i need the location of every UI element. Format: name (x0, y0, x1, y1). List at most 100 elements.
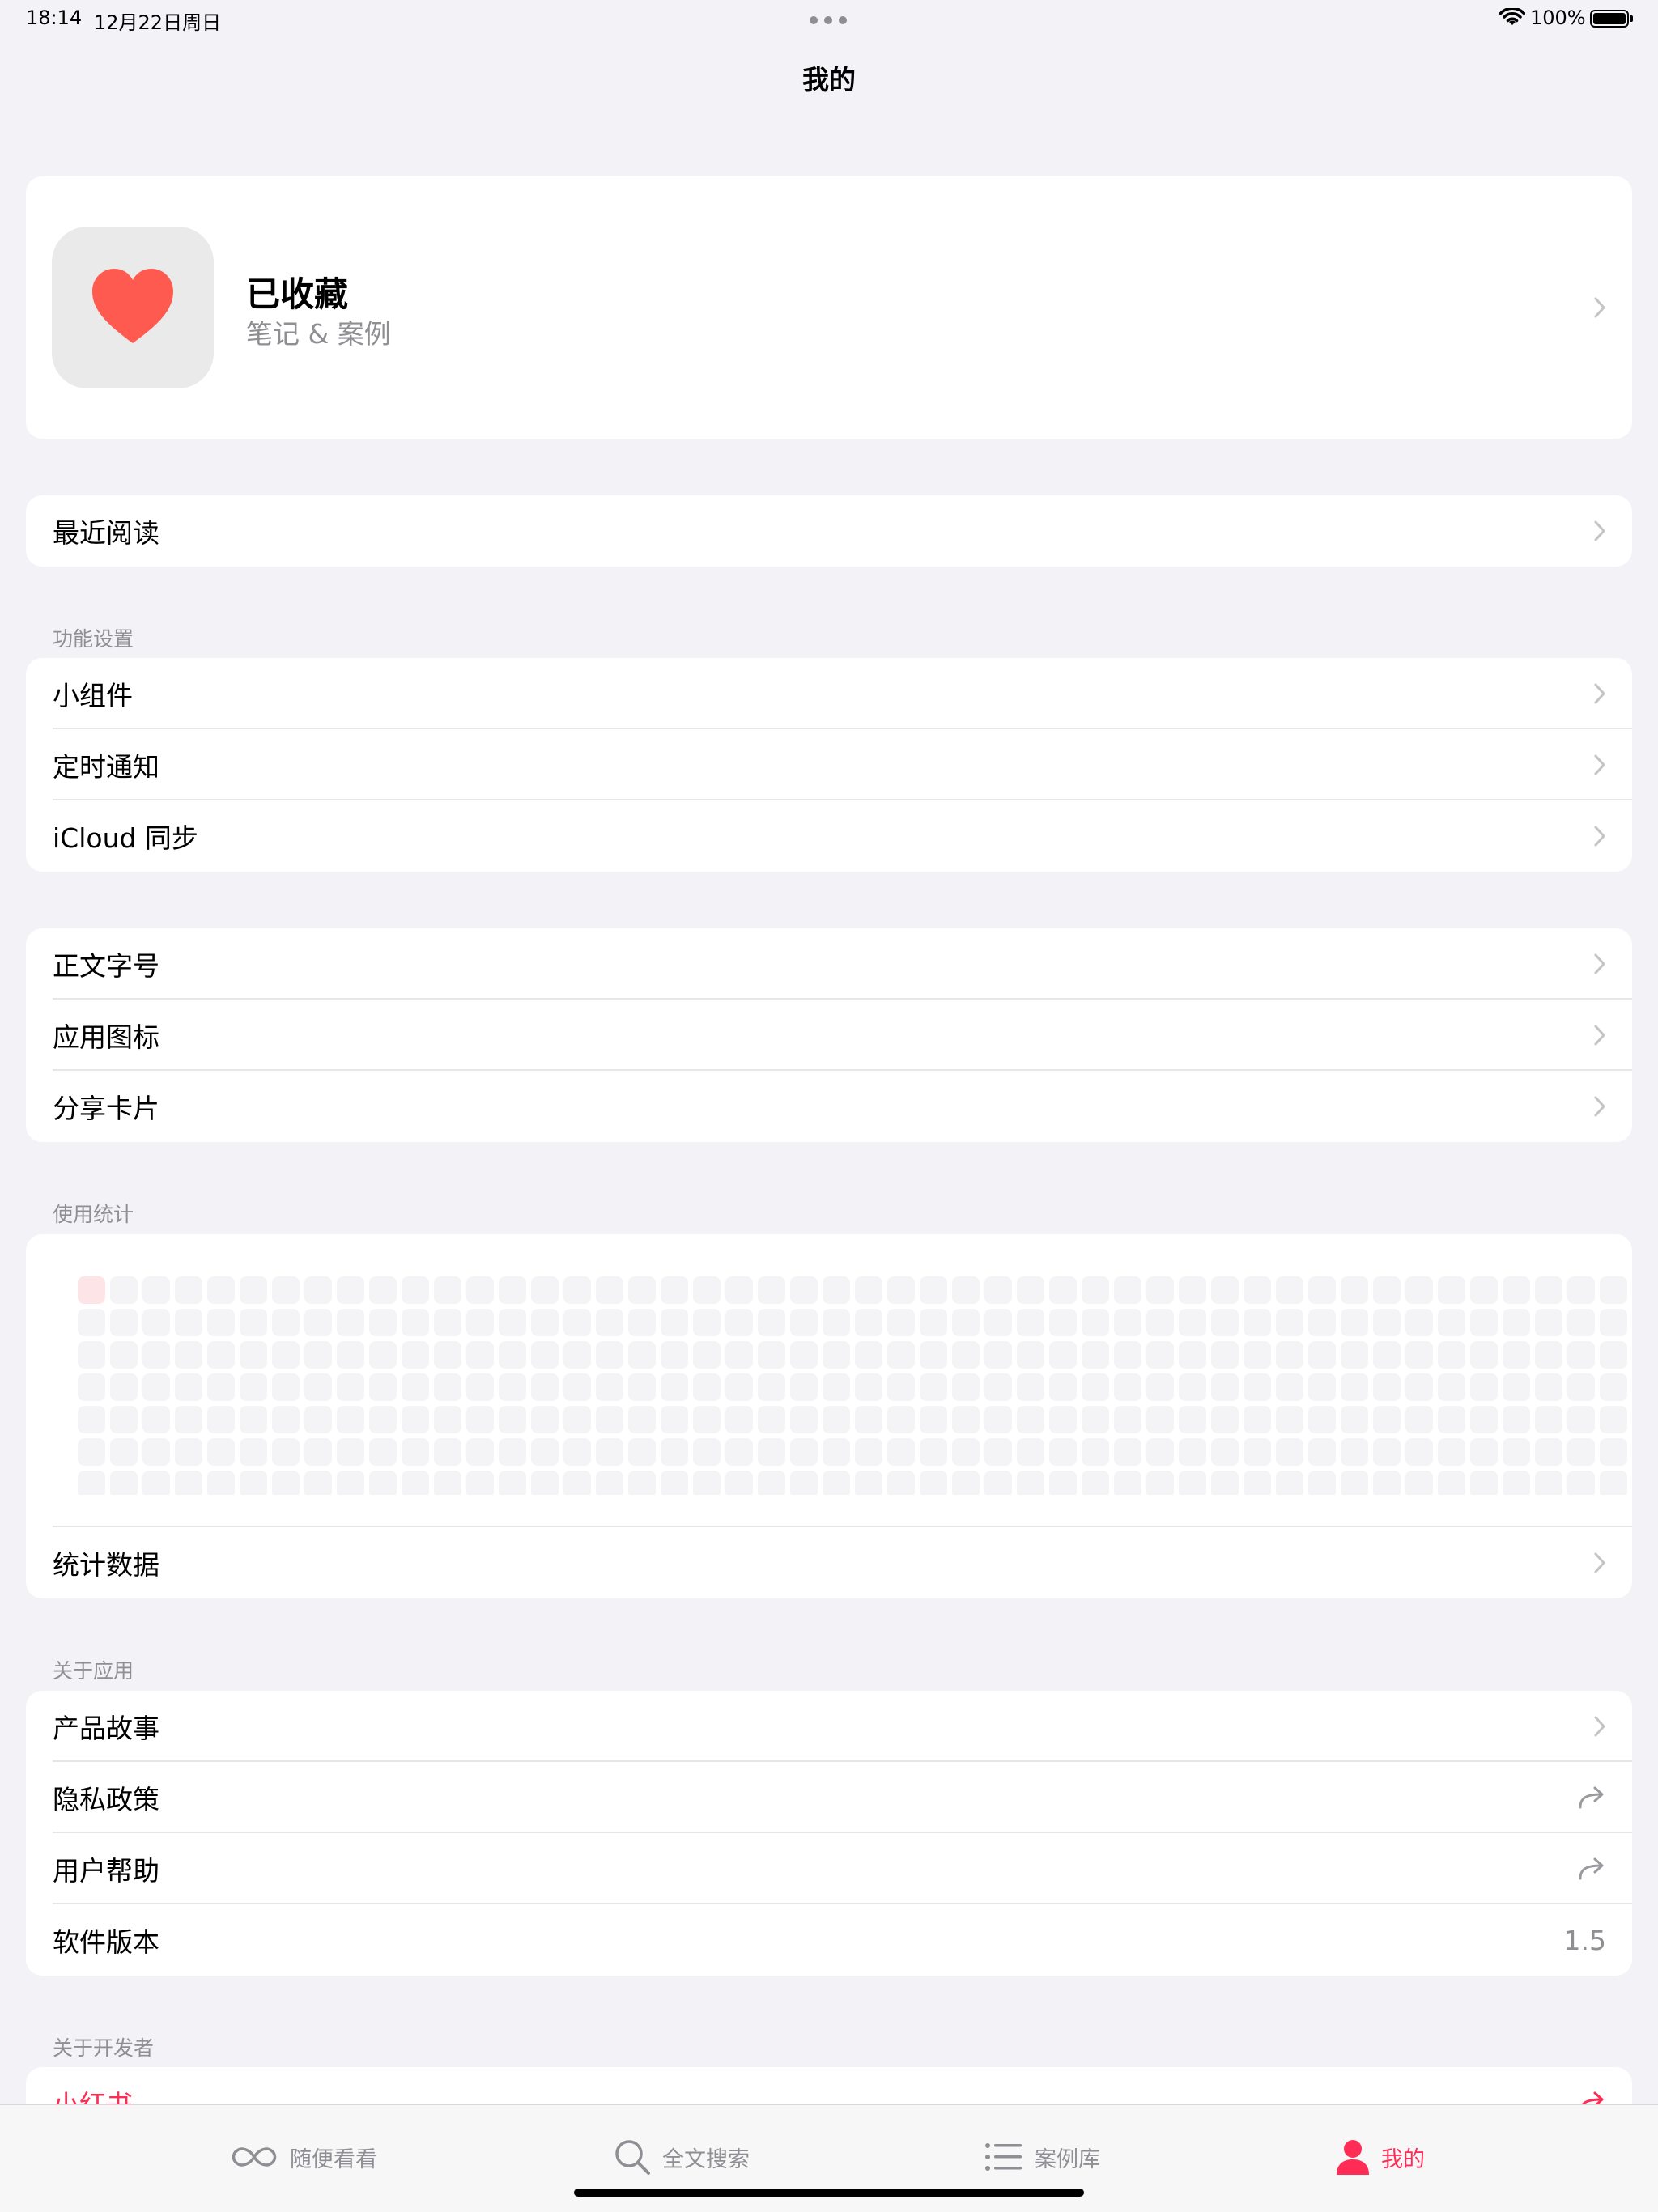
heatmap-cell (1341, 1438, 1368, 1466)
row-widgets[interactable]: 小组件 (26, 658, 1632, 729)
heatmap-cell (984, 1406, 1012, 1433)
row-label: 隐私政策 (53, 1784, 159, 1815)
row-user-help[interactable]: 用户帮助 (26, 1833, 1632, 1904)
heatmap-cell (1017, 1438, 1044, 1466)
heatmap-cell (1211, 1406, 1239, 1433)
multitasking-dots-icon[interactable] (810, 16, 848, 24)
heatmap-cell (1276, 1438, 1303, 1466)
tab-browse[interactable]: 随便看看 (230, 2133, 377, 2181)
row-label: iCloud 同步 (53, 822, 198, 854)
heatmap-cell (628, 1276, 656, 1304)
heatmap-cell (596, 1276, 623, 1304)
row-product-story[interactable]: 产品故事 (26, 1691, 1632, 1762)
heatmap-cell (466, 1309, 494, 1336)
heatmap-cell (952, 1341, 980, 1369)
heatmap-cell (1470, 1276, 1498, 1304)
row-share-card[interactable]: 分享卡片 (26, 1071, 1632, 1142)
heatmap-cell (1438, 1373, 1465, 1401)
heatmap-cell (466, 1341, 494, 1369)
heatmap-cell (1114, 1276, 1141, 1304)
section-header-about: 关于应用 (53, 1659, 134, 1683)
heatmap-cell (1049, 1276, 1077, 1304)
heatmap-cell (110, 1438, 138, 1466)
row-app-icon[interactable]: 应用图标 (26, 1000, 1632, 1071)
heatmap-cell (628, 1309, 656, 1336)
row-font-size[interactable]: 正文字号 (26, 928, 1632, 1000)
favorites-card[interactable]: 已收藏 笔记 & 案例 (26, 176, 1632, 439)
heatmap-cell (142, 1406, 170, 1433)
heatmap-cell (790, 1438, 818, 1466)
chevron-right-icon (1594, 1025, 1605, 1046)
heatmap-cell (1276, 1373, 1303, 1401)
tab-case-library[interactable]: 案例库 (984, 2133, 1100, 2181)
heatmap-cell (304, 1471, 332, 1495)
heatmap-cell (1373, 1406, 1401, 1433)
heatmap-cell (110, 1276, 138, 1304)
heatmap-cell (1244, 1276, 1271, 1304)
heatmap-cell (1341, 1406, 1368, 1433)
heatmap-cell (1405, 1406, 1433, 1433)
heatmap-cell (790, 1276, 818, 1304)
heatmap-cell (78, 1406, 105, 1433)
heatmap-cell (1503, 1341, 1530, 1369)
heatmap-cell (1567, 1438, 1595, 1466)
row-recent-reading[interactable]: 最近阅读 (26, 495, 1632, 567)
heatmap-cell (1082, 1438, 1109, 1466)
heatmap-cell (1082, 1373, 1109, 1401)
display-card: 正文字号 应用图标 分享卡片 (26, 928, 1632, 1142)
heatmap-cell (369, 1471, 397, 1495)
heatmap-cell (1438, 1438, 1465, 1466)
heatmap-cell (1146, 1438, 1174, 1466)
row-icloud-sync[interactable]: iCloud 同步 (26, 800, 1632, 872)
heatmap-cell (1600, 1309, 1627, 1336)
heatmap-cell (531, 1373, 559, 1401)
heatmap-cell (1567, 1373, 1595, 1401)
heatmap-cell (1341, 1471, 1368, 1495)
heatmap-cell (531, 1276, 559, 1304)
tab-search[interactable]: 全文搜索 (614, 2133, 750, 2181)
heatmap-cell (920, 1471, 947, 1495)
heatmap-cell (1535, 1309, 1562, 1336)
heatmap-cell (596, 1373, 623, 1401)
heatmap-cell (1600, 1471, 1627, 1495)
heatmap-cell (1405, 1276, 1433, 1304)
heatmap-cell (240, 1341, 267, 1369)
row-scheduled-notification[interactable]: 定时通知 (26, 729, 1632, 800)
heatmap-cell (402, 1373, 429, 1401)
heatmap-cell (1146, 1373, 1174, 1401)
heatmap-cell (207, 1438, 235, 1466)
version-value: 1.5 (1563, 1924, 1606, 1956)
heatmap-cell (110, 1341, 138, 1369)
heatmap-cell (531, 1471, 559, 1495)
heatmap-cell (1308, 1341, 1336, 1369)
heatmap-cell (499, 1341, 526, 1369)
row-label: 正文字号 (53, 950, 159, 982)
heatmap-cell (499, 1309, 526, 1336)
heatmap-cell (175, 1373, 202, 1401)
chevron-right-icon (1594, 297, 1605, 318)
row-statistics[interactable]: 统计数据 (26, 1527, 1632, 1598)
heatmap-cell (790, 1341, 818, 1369)
heatmap-cell (1146, 1471, 1174, 1495)
tab-me[interactable]: 我的 (1336, 2133, 1425, 2181)
heatmap-cell (1438, 1276, 1465, 1304)
heatmap-cell (1405, 1438, 1433, 1466)
heatmap-cell (272, 1309, 300, 1336)
heatmap-cell (1503, 1309, 1530, 1336)
heatmap-cell (887, 1471, 915, 1495)
heatmap-cell (1114, 1438, 1141, 1466)
heatmap-cell (790, 1471, 818, 1495)
row-privacy-policy[interactable]: 隐私政策 (26, 1762, 1632, 1833)
heatmap-cell (1470, 1373, 1498, 1401)
heatmap-cell (1341, 1373, 1368, 1401)
heatmap-cell (952, 1276, 980, 1304)
heatmap-cell (1049, 1373, 1077, 1401)
heatmap-cell (855, 1471, 882, 1495)
battery-icon (1590, 10, 1629, 28)
heatmap-cell (207, 1341, 235, 1369)
heatmap-cell (855, 1373, 882, 1401)
heatmap-cell (563, 1309, 591, 1336)
recent-card: 最近阅读 (26, 495, 1632, 567)
heatmap-cell (887, 1341, 915, 1369)
share-arrow-icon (1579, 1857, 1604, 1880)
